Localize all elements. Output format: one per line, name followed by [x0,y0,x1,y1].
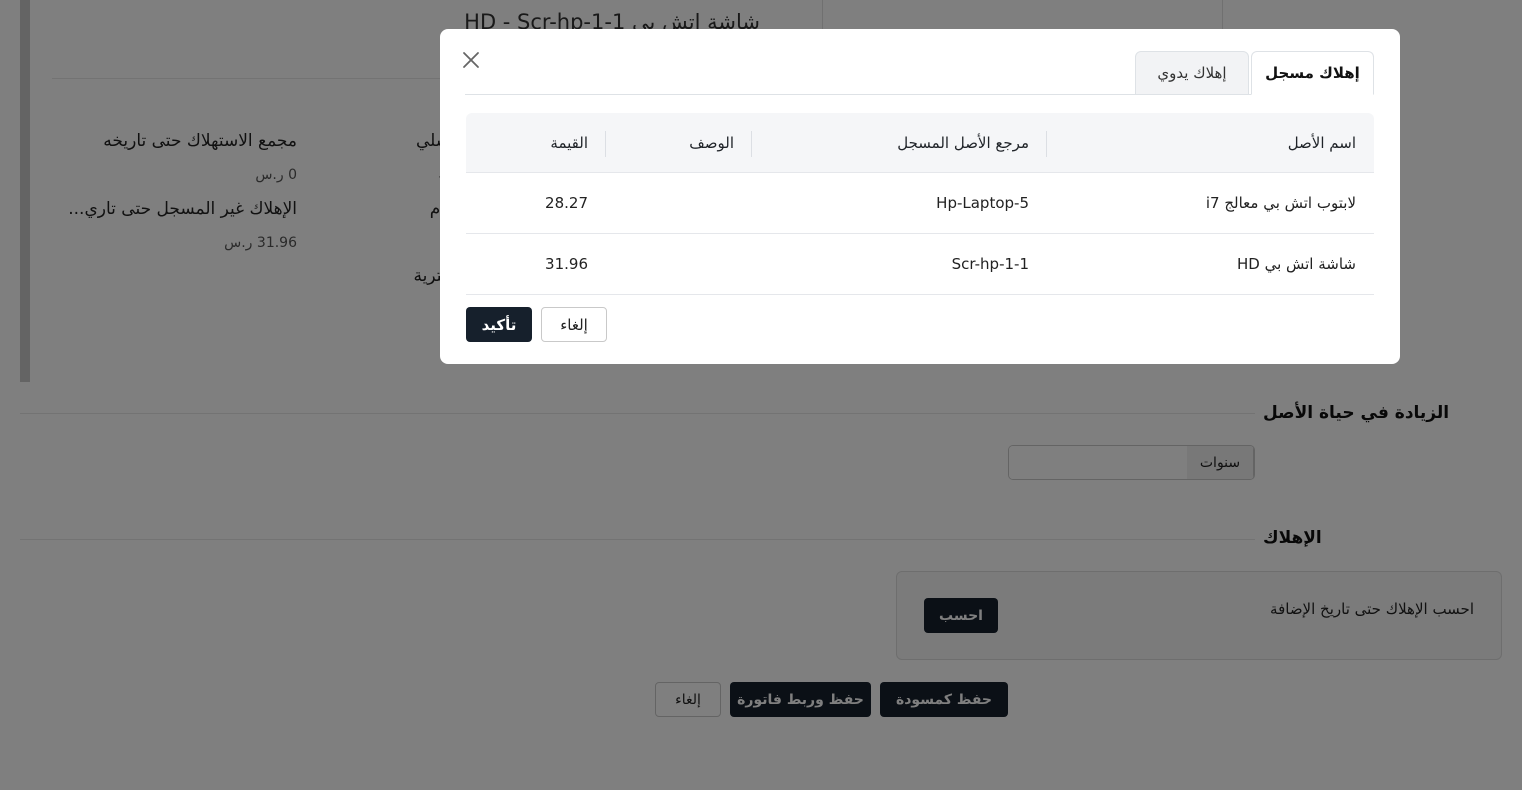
cell-description [606,234,752,294]
header-value: القيمة [466,113,606,172]
header-asset-reference: مرجع الأصل المسجل [752,113,1047,172]
cell-description [606,173,752,233]
tab-registered-depreciation[interactable]: إهلاك مسجل [1251,51,1374,95]
table-row: شاشة اتش بي HD Scr-hp-1-1 31.96 [466,234,1374,295]
cell-asset-name: شاشة اتش بي HD [1236,255,1356,273]
table-header: اسم الأصل مرجع الأصل المسجل الوصف القيمة [466,113,1374,173]
depreciation-modal: إهلاك مسجل إهلاك يدوي اسم الأصل مرجع الأ… [440,29,1400,364]
tab-manual-depreciation[interactable]: إهلاك يدوي [1135,51,1249,95]
depreciation-table: اسم الأصل مرجع الأصل المسجل الوصف القيمة… [466,113,1374,295]
header-asset-name: اسم الأصل [1287,133,1356,152]
confirm-button[interactable]: تأكيد [466,307,532,342]
cell-asset-reference: Scr-hp-1-1 [951,255,1029,273]
header-description: الوصف [606,113,752,172]
modal-cancel-button[interactable]: إلغاء [541,307,607,342]
cell-value: 28.27 [545,194,588,212]
cell-asset-reference: Hp-Laptop-5 [936,194,1029,212]
table-row: لابتوب اتش بي معالج i7 Hp-Laptop-5 28.27 [466,173,1374,234]
close-icon[interactable] [461,50,481,70]
cell-value: 31.96 [545,255,588,273]
cell-asset-name: لابتوب اتش بي معالج i7 [1205,194,1356,212]
